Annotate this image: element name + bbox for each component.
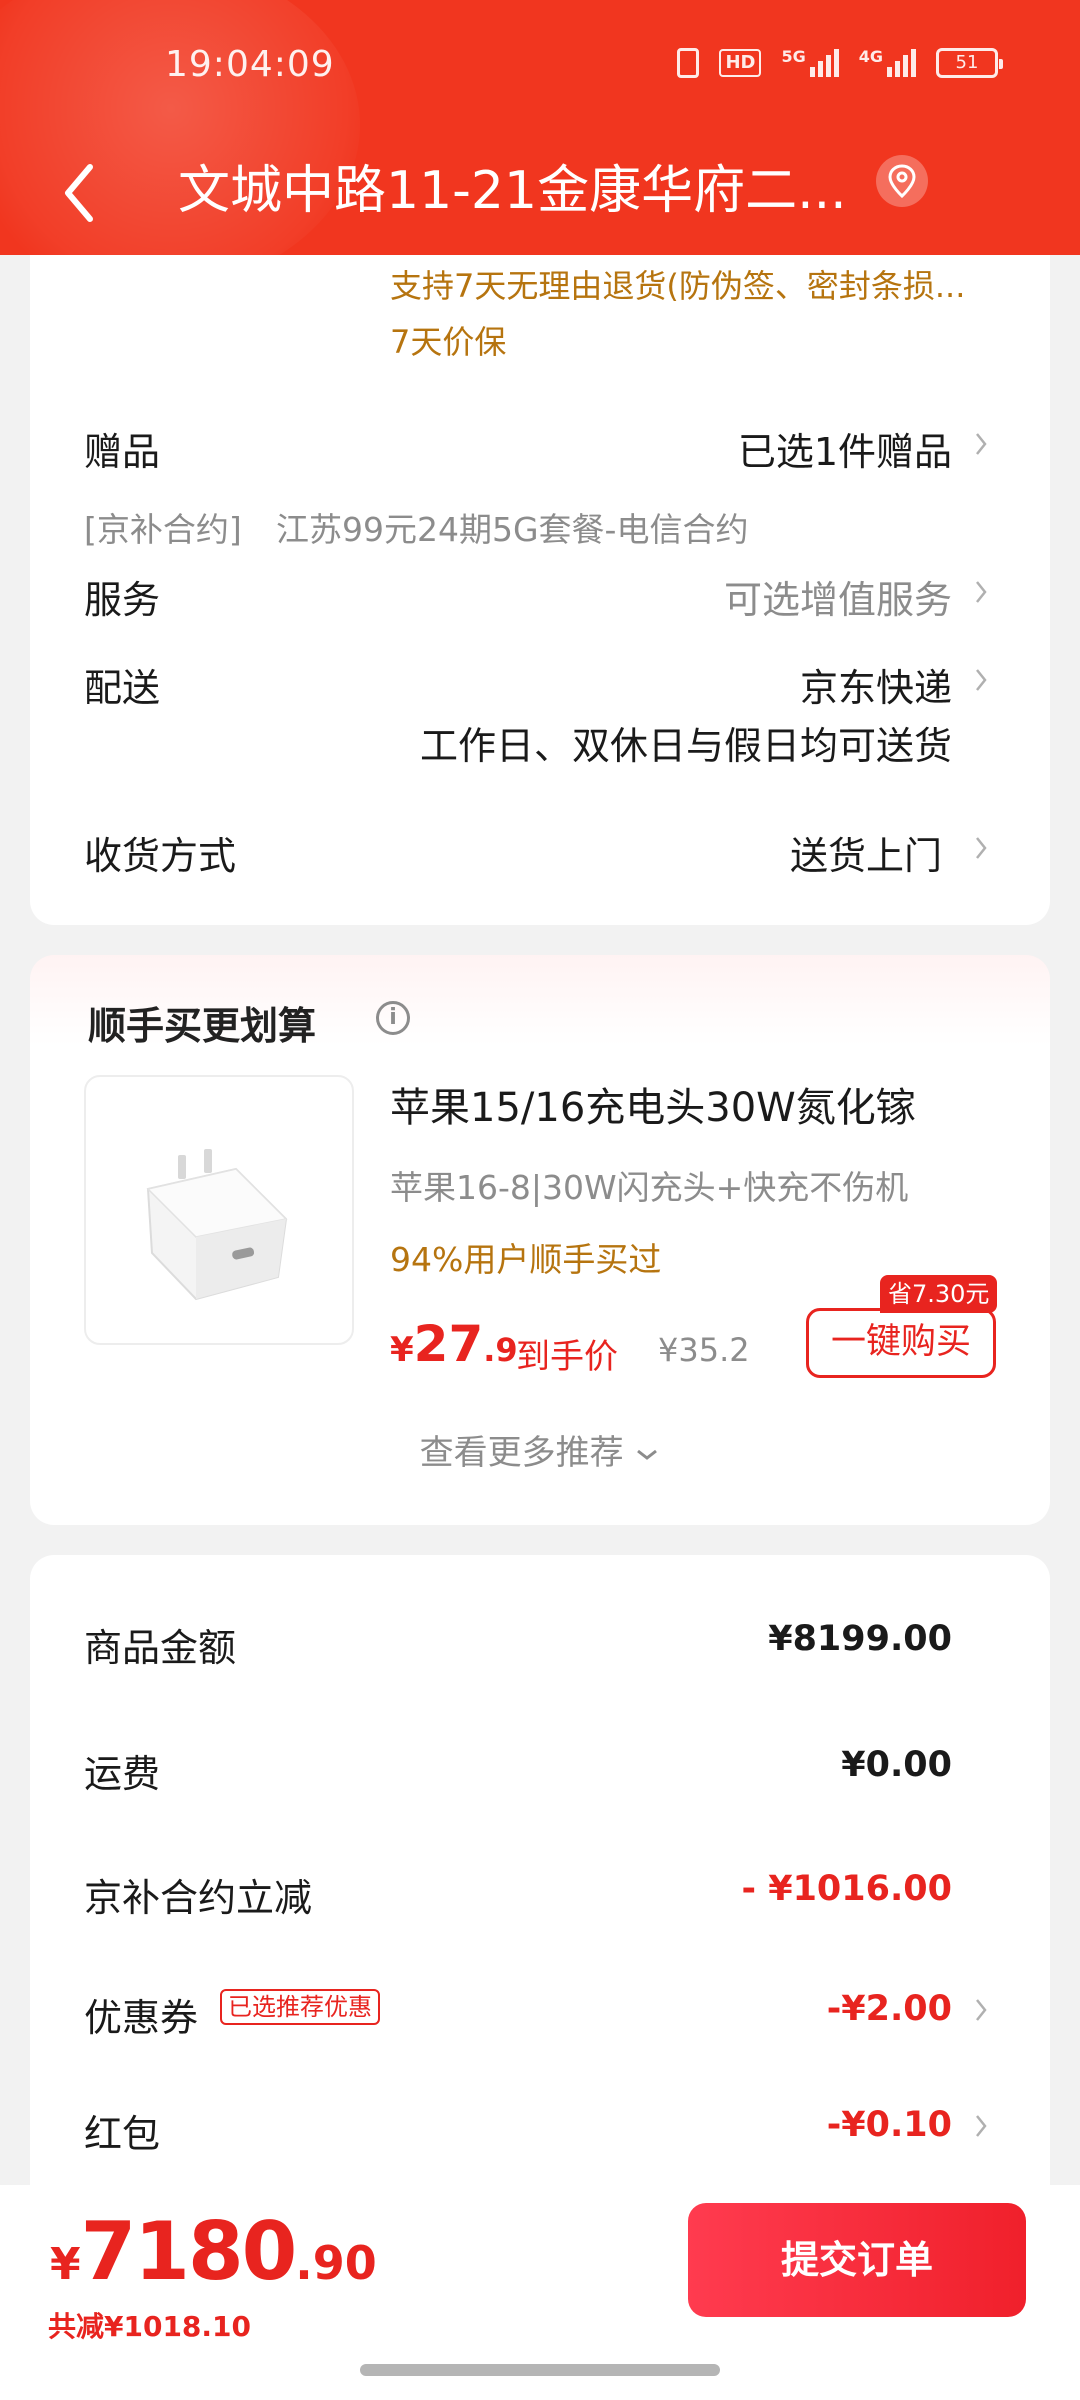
gift-label: 赠品 (84, 430, 161, 474)
more-recommend-label: 查看更多推荐 (419, 1433, 624, 1473)
more-recommend-link[interactable]: 查看更多推荐 (30, 1425, 1050, 1474)
save-tag: 省7.30元 (880, 1275, 998, 1313)
price-label: 到手价 (516, 1337, 618, 1377)
home-indicator[interactable] (360, 2364, 720, 2376)
total-saved: 共减¥1018.10 (48, 2310, 252, 2343)
vibrate-icon (677, 48, 700, 78)
status-time: 19:04:09 (165, 44, 335, 85)
recommend-product-name[interactable]: 苹果15/16充电头30W氮化镓 (390, 1075, 916, 1133)
receive-value[interactable]: 送货上门 (790, 825, 942, 880)
goods-amount-label: 商品金额 (84, 1626, 237, 1670)
goods-amount-value: ¥8199.00 (768, 1619, 952, 1659)
price-symbol: ¥ (390, 1330, 414, 1370)
back-arrow-icon[interactable] (60, 153, 100, 233)
red-packet-chevron-icon[interactable] (974, 2113, 988, 2139)
battery-icon: 51 (936, 48, 1003, 78)
info-icon[interactable]: i (376, 1001, 410, 1035)
delivery-note: 工作日、双休日与假日均可送货 (419, 724, 952, 768)
recommend-product-sub: 苹果16-8|30W闪充头+快充不伤机 (390, 1168, 909, 1207)
service-label: 服务 (84, 578, 161, 622)
red-packet-value[interactable]: -¥0.10 (827, 2105, 952, 2145)
shipping-value: ¥0.00 (841, 1745, 952, 1785)
chevron-down-icon (637, 1449, 658, 1460)
total-currency: ¥ (50, 2239, 81, 2290)
gift-chevron-icon[interactable] (974, 431, 988, 457)
recommend-card: 顺手买更划算 i 苹果15/16充电头30W氮化镓 苹果16-8|30W闪充头+… (30, 955, 1050, 1525)
receive-chevron-icon[interactable] (974, 835, 988, 861)
price-dec: .9 (483, 1331, 518, 1369)
gift-value[interactable]: 已选1件赠品 (738, 421, 952, 476)
status-bar: 19:04:09 HD 5G 4G 51 (0, 0, 1080, 135)
coupon-chevron-icon[interactable] (974, 1997, 988, 2023)
charger-product-image[interactable] (84, 1075, 354, 1345)
price-protect-text: 7天价保 (390, 323, 507, 361)
signal-5g-icon: 5G (781, 47, 839, 77)
coupon-tag: 已选推荐优惠 (220, 1989, 380, 2025)
contract-desc: 江苏99元24期5G套餐-电信合约 (276, 510, 749, 549)
service-value[interactable]: 可选增值服务 (724, 569, 952, 624)
coupon-label: 优惠券 (84, 1996, 199, 2040)
total-dec: .90 (295, 2236, 377, 2290)
contract-discount-value: - ¥1016.00 (741, 1869, 952, 1909)
submit-order-button[interactable]: 提交订单 (688, 2203, 1026, 2317)
coupon-value[interactable]: -¥2.00 (827, 1989, 952, 2029)
buy-rate-text: 94%用户顺手买过 (390, 1240, 662, 1279)
delivery-value[interactable]: 京东快递 (800, 657, 952, 712)
hd-icon: HD (719, 49, 762, 77)
receive-label: 收货方式 (84, 834, 237, 878)
original-price: ¥35.2 (658, 1331, 750, 1369)
return-policy-text: 支持7天无理由退货(防伪签、密封条损... (390, 267, 966, 305)
one-click-buy-button[interactable]: 一键购买 (806, 1308, 996, 1378)
header: 19:04:09 HD 5G 4G 51 文城中路11-21金康华府二... (0, 0, 1080, 255)
delivery-label: 配送 (84, 666, 161, 710)
signal-4g-icon: 4G (859, 49, 916, 77)
net-5g-label: 5G (781, 47, 806, 66)
shipping-label: 运费 (84, 1752, 161, 1796)
price-summary-card: 商品金额 ¥8199.00 运费 ¥0.00 京补合约立减 - ¥1016.00… (30, 1555, 1050, 2255)
total-price: ¥7180.90 (50, 2205, 377, 2298)
red-packet-label: 红包 (84, 2112, 161, 2156)
recommend-price: ¥27.9 (390, 1315, 518, 1373)
address-title[interactable]: 文城中路11-21金康华府二... (178, 155, 848, 227)
net-4g-label: 4G (858, 47, 883, 66)
location-pin-icon[interactable] (876, 155, 928, 207)
price-int: 27 (413, 1315, 484, 1373)
delivery-chevron-icon[interactable] (974, 667, 988, 693)
service-chevron-icon[interactable] (974, 579, 988, 605)
contract-tag: [京补合约] (84, 510, 242, 549)
recommend-title: 顺手买更划算 (88, 1004, 317, 1048)
contract-discount-label: 京补合约立减 (84, 1876, 313, 1920)
status-icons: HD 5G 4G 51 (677, 47, 1003, 78)
total-int: 7180 (80, 2205, 298, 2298)
order-info-card: 支持7天无理由退货(防伪签、密封条损... 7天价保 赠品 已选1件赠品 [京补… (30, 255, 1050, 925)
